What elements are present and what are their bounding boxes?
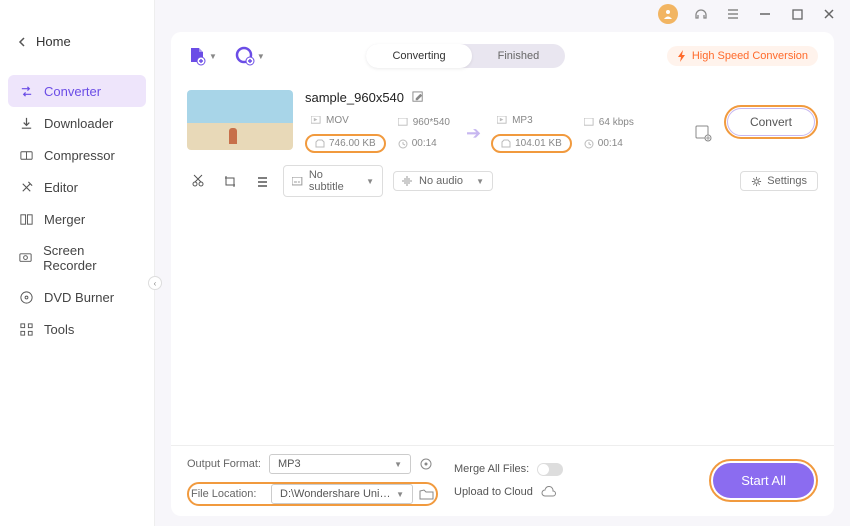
crop-icon[interactable] bbox=[219, 170, 241, 192]
screen-recorder-icon bbox=[18, 250, 33, 266]
dst-duration: 00:14 bbox=[578, 136, 640, 151]
audio-dropdown[interactable]: No audio ▼ bbox=[393, 171, 493, 191]
tab-finished[interactable]: Finished bbox=[472, 44, 566, 68]
edit-icon[interactable] bbox=[412, 91, 425, 104]
converter-icon bbox=[18, 83, 34, 99]
headphones-icon[interactable] bbox=[692, 5, 710, 23]
dst-size: 104.01 KB bbox=[491, 134, 572, 153]
audio-icon bbox=[402, 176, 413, 186]
dst-format: MP3 bbox=[491, 113, 572, 128]
nav-dvd-burner[interactable]: DVD Burner bbox=[0, 281, 154, 313]
user-avatar[interactable] bbox=[658, 4, 678, 24]
file-location-label: File Location: bbox=[191, 488, 265, 500]
start-all-button[interactable]: Start All bbox=[709, 459, 818, 502]
chevron-down-icon: ▼ bbox=[394, 460, 402, 469]
nav-screen-recorder[interactable]: Screen Recorder bbox=[0, 235, 154, 281]
nav-merger[interactable]: Merger bbox=[0, 203, 154, 235]
add-file-button[interactable]: ▼ bbox=[187, 46, 217, 66]
nav-compressor[interactable]: Compressor bbox=[0, 139, 154, 171]
nav-converter[interactable]: Converter bbox=[8, 75, 146, 107]
src-resolution: 960*540 bbox=[392, 115, 456, 130]
subtitle-dropdown[interactable]: No subtitle ▼ bbox=[283, 165, 383, 197]
chevron-left-icon bbox=[18, 37, 26, 47]
src-size: 746.00 KB bbox=[305, 134, 386, 153]
nav-home-label: Home bbox=[36, 34, 71, 49]
high-speed-conversion[interactable]: High Speed Conversion bbox=[667, 46, 818, 66]
tab-converting[interactable]: Converting bbox=[366, 44, 471, 68]
output-settings-icon[interactable] bbox=[419, 457, 433, 471]
add-url-icon bbox=[235, 46, 255, 66]
cloud-icon[interactable] bbox=[541, 486, 557, 498]
lightning-icon bbox=[677, 50, 687, 62]
nav-downloader[interactable]: Downloader bbox=[0, 107, 154, 139]
video-thumbnail[interactable] bbox=[187, 90, 293, 150]
src-format: MOV bbox=[305, 113, 386, 128]
compressor-icon bbox=[18, 147, 34, 163]
nav-editor[interactable]: Editor bbox=[0, 171, 154, 203]
dvd-icon bbox=[18, 289, 34, 305]
sidebar-collapse-handle[interactable]: ‹ bbox=[148, 276, 162, 290]
close-icon[interactable] bbox=[820, 5, 838, 23]
output-format-dropdown[interactable]: MP3 ▼ bbox=[269, 454, 411, 474]
downloader-icon bbox=[18, 115, 34, 131]
output-format-label: Output Format: bbox=[187, 458, 261, 470]
editor-icon bbox=[18, 179, 34, 195]
add-file-icon bbox=[187, 46, 207, 66]
menu-icon[interactable] bbox=[724, 5, 742, 23]
nav-home[interactable]: Home bbox=[0, 26, 154, 57]
subtitle-icon bbox=[292, 177, 303, 186]
minimize-icon[interactable] bbox=[756, 5, 774, 23]
dst-bitrate: 64 kbps bbox=[578, 115, 640, 130]
chevron-down-icon: ▼ bbox=[209, 52, 217, 61]
folder-icon[interactable] bbox=[419, 488, 434, 501]
chevron-down-icon: ▼ bbox=[476, 177, 484, 186]
file-name: sample_960x540 bbox=[305, 90, 404, 105]
merge-label: Merge All Files: bbox=[454, 463, 529, 475]
merger-icon bbox=[18, 211, 34, 227]
arrow-right-icon: ➔ bbox=[462, 123, 485, 144]
target-settings-icon[interactable] bbox=[694, 124, 712, 142]
settings-button[interactable]: Settings bbox=[740, 171, 818, 191]
upload-label: Upload to Cloud bbox=[454, 486, 533, 498]
chevron-down-icon: ▼ bbox=[257, 52, 265, 61]
convert-button[interactable]: Convert bbox=[724, 105, 818, 139]
maximize-icon[interactable] bbox=[788, 5, 806, 23]
tools-icon bbox=[18, 321, 34, 337]
trim-icon[interactable] bbox=[187, 170, 209, 192]
merge-toggle[interactable] bbox=[537, 463, 563, 476]
chevron-down-icon: ▼ bbox=[396, 490, 404, 499]
file-location-dropdown[interactable]: D:\Wondershare UniConverter 1 ▼ bbox=[271, 484, 413, 504]
src-duration: 00:14 bbox=[392, 136, 456, 151]
add-url-button[interactable]: ▼ bbox=[235, 46, 265, 66]
gear-icon bbox=[751, 176, 762, 187]
chevron-down-icon: ▼ bbox=[366, 177, 374, 186]
nav-tools[interactable]: Tools bbox=[0, 313, 154, 345]
effect-icon[interactable] bbox=[251, 170, 273, 192]
